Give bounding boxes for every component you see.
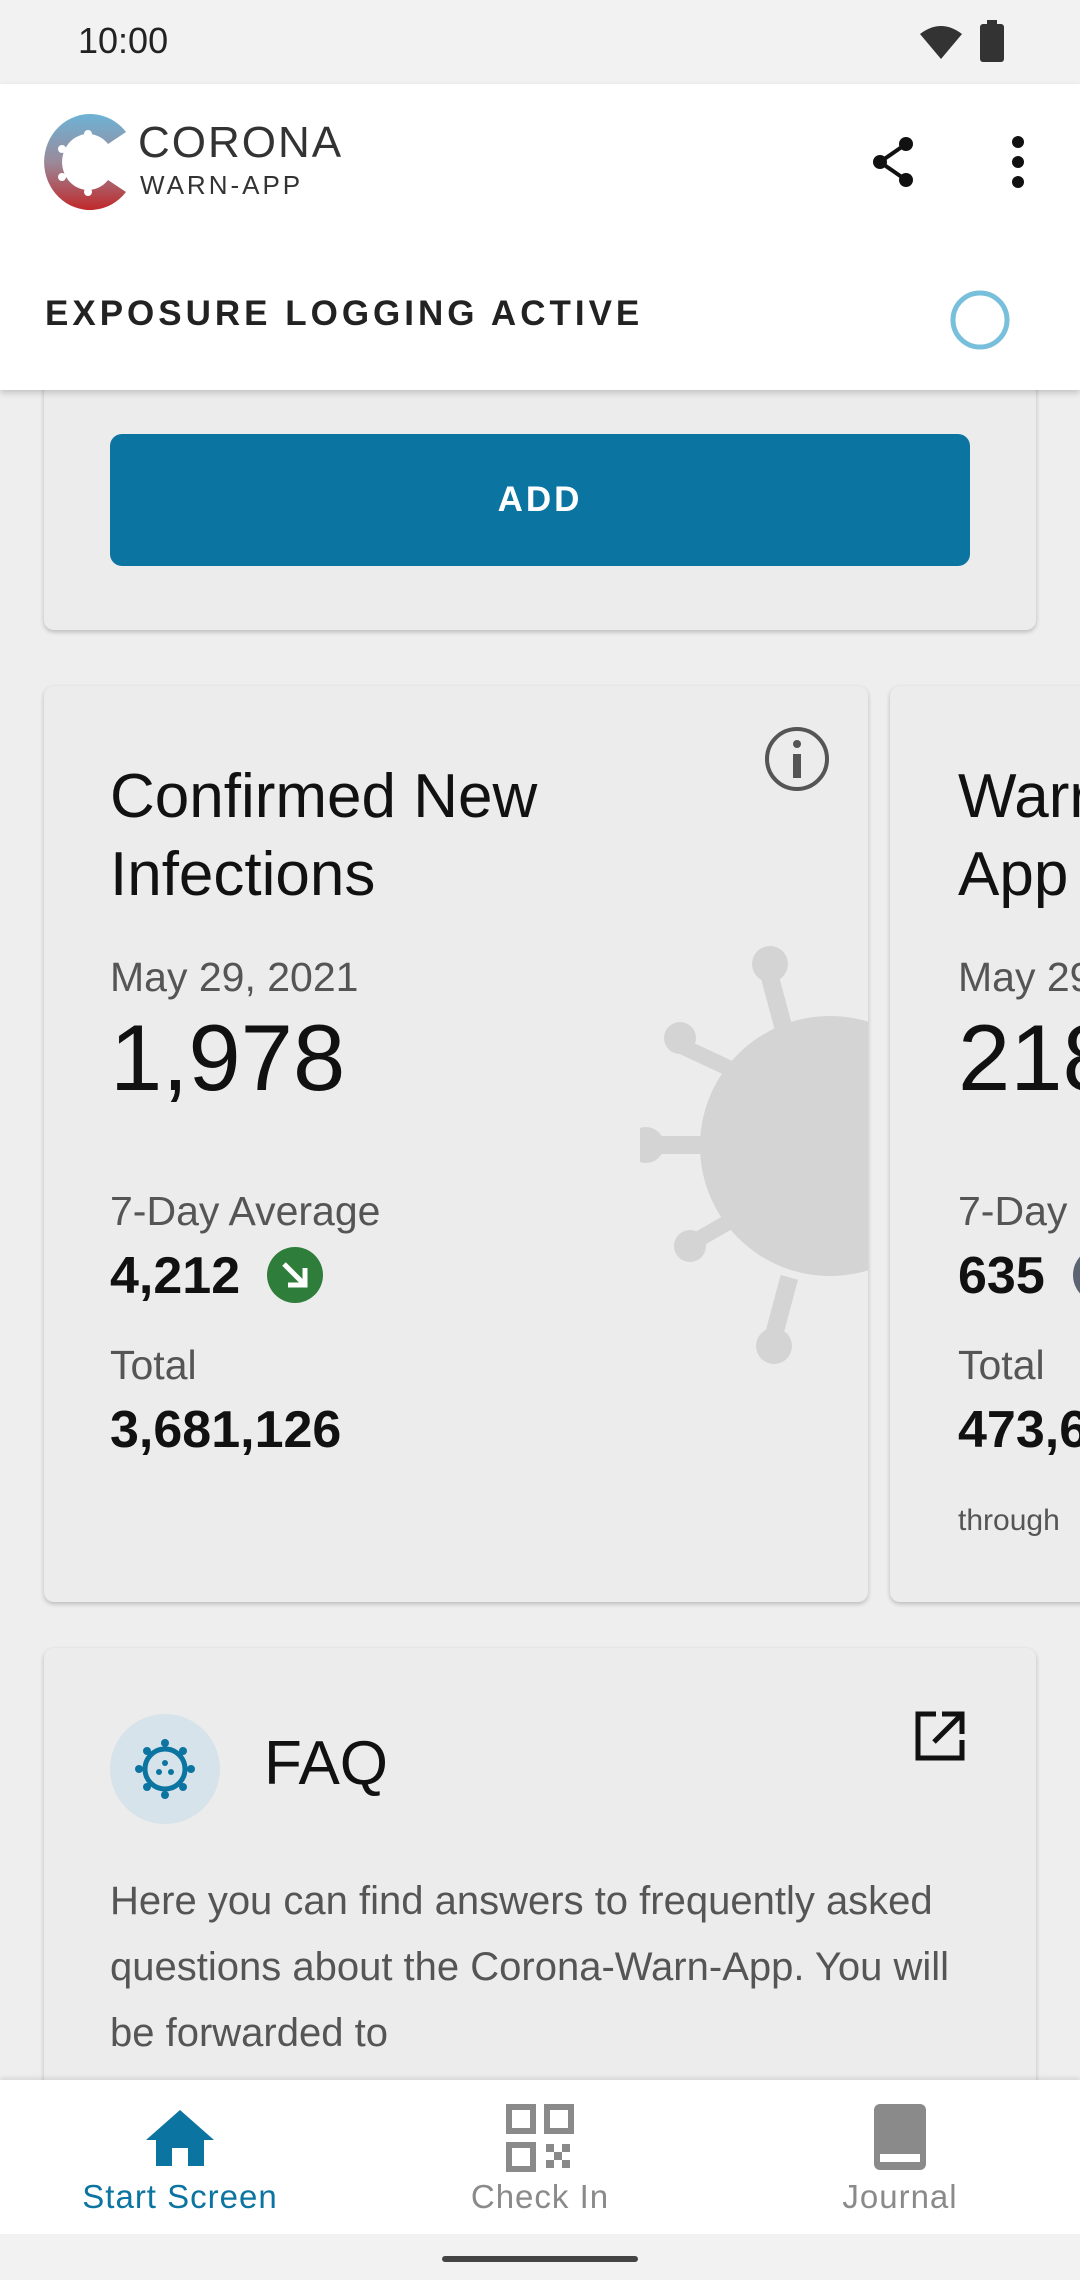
trend-down-arrow-icon [267,1247,323,1303]
bottom-navigation: Start Screen Check In Journal [0,2080,1080,2234]
statistics-card-warnings[interactable]: Warr App May 29 218 7-Day 635 Total 473,… [890,686,1080,1602]
app-bar: CORONA WARN-APP EXPOSURE LOGGING ACTIVE [0,84,1080,390]
corona-warn-app-logo [44,114,127,210]
overflow-menu-button[interactable] [998,130,1038,194]
statistics-card-infections[interactable]: Confirmed New Infections May 29, 2021 1,… [44,686,868,1602]
stat-total-label: Total [110,1342,197,1388]
faq-card[interactable]: FAQ Here you can find answers to frequen… [44,1648,1036,2080]
stat-card-title-line1: Warr [958,762,1080,831]
nav-item-journal[interactable]: Journal [720,2080,1080,2234]
stat-total-label: Total [958,1342,1045,1388]
gesture-handle[interactable] [442,2256,638,2262]
battery-icon [980,20,1004,62]
nav-label-journal: Journal [842,2178,958,2215]
add-button[interactable]: ADD [110,434,970,566]
stat-average-label: 7-Day Average [110,1188,381,1234]
status-time: 10:00 [78,20,169,61]
more-vert-icon [1012,136,1024,188]
qr-code-icon [506,2104,574,2172]
stat-card-title-line2: Infections [110,840,376,909]
stat-card-title: Confirmed New Infections [110,758,537,914]
status-bar: 10:00 [0,0,1080,84]
open-external-icon[interactable] [912,1708,968,1764]
share-icon [873,137,913,187]
faq-description: Here you can find answers to frequently … [110,1879,950,2055]
book-icon [874,2104,926,2170]
stat-average-value: 4,212 [110,1247,241,1305]
stat-footnote: through [958,1504,1060,1537]
stat-average-value: 635 [958,1247,1045,1305]
stat-card-title-line1: Confirmed New [110,762,538,831]
exposure-status-ring-icon [950,290,1010,350]
wifi-icon [920,26,962,59]
home-scroll-content[interactable]: ADD Confirmed New Infections May 29, 202… [0,390,1080,2080]
stat-average-label: 7-Day [958,1188,1068,1234]
stat-value: 218 [958,1005,1080,1110]
nav-label-start-screen: Start Screen [82,2178,278,2215]
info-icon[interactable] [762,724,832,794]
add-card: ADD [44,390,1036,630]
share-button[interactable] [864,130,924,194]
faq-title: FAQ [264,1729,389,1798]
stat-value: 1,978 [110,1005,346,1110]
stat-date: May 29 [958,954,1080,1000]
stat-date: May 29, 2021 [110,954,359,1000]
home-icon [146,2110,214,2166]
virus-icon [135,1739,195,1799]
stat-card-title: Warr App [958,758,1080,914]
exposure-logging-row[interactable]: EXPOSURE LOGGING ACTIVE [0,254,1080,390]
logo-title: CORONA [138,118,344,167]
nav-label-check-in: Check In [470,2178,610,2215]
logo-subtitle: WARN-APP [140,170,304,200]
stat-total-value: 473,6 [958,1401,1080,1459]
nav-item-check-in[interactable]: Check In [360,2080,720,2234]
exposure-status-label: EXPOSURE LOGGING ACTIVE [45,294,644,333]
faq-icon-container [110,1714,220,1824]
trend-indicator-icon [1073,1256,1080,1294]
stat-total-value: 3,681,126 [110,1401,342,1459]
stat-card-title-line2: App [958,840,1069,909]
nav-item-start-screen[interactable]: Start Screen [0,2080,360,2234]
virus-illustration-icon [640,946,868,1364]
